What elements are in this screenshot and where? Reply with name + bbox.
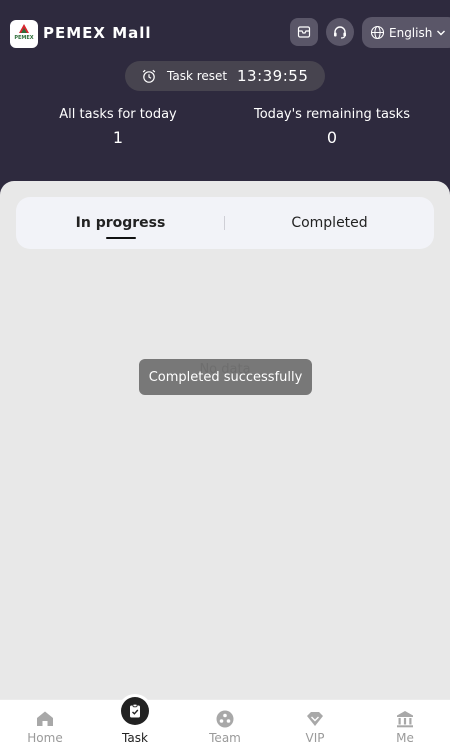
nav-item-vip[interactable]: VIP bbox=[270, 700, 360, 754]
alarm-clock-icon bbox=[142, 69, 156, 83]
tab-completed[interactable]: Completed bbox=[225, 197, 434, 249]
me-icon bbox=[397, 711, 413, 728]
nav-item-team[interactable]: Team bbox=[180, 700, 270, 754]
task-icon bbox=[130, 703, 140, 718]
nav-label-vip: VIP bbox=[305, 731, 325, 745]
stat-remaining-label: Today's remaining tasks bbox=[254, 107, 410, 122]
headset-icon bbox=[334, 26, 346, 39]
task-reset-countdown: 13:39:55 bbox=[237, 67, 309, 85]
home-icon bbox=[37, 711, 53, 726]
app-title: PEMEX Mall bbox=[43, 24, 152, 42]
task-reset-pill: Task reset 13:39:55 bbox=[125, 61, 325, 91]
stat-all-tasks-value: 1 bbox=[112, 128, 124, 147]
chevron-down-icon bbox=[437, 30, 446, 35]
header: PEMEX PEMEX Mall English Task reset 13:3… bbox=[0, 0, 450, 200]
mail-icon bbox=[297, 26, 311, 38]
task-tabs: In progress Completed bbox=[16, 197, 434, 249]
stat-all-tasks-label: All tasks for today bbox=[59, 107, 177, 122]
messages-button[interactable] bbox=[290, 18, 318, 46]
nav-item-me[interactable]: Me bbox=[360, 700, 450, 754]
task-icon-bubble bbox=[118, 694, 152, 728]
bottom-nav: Home Task Team VIP Me bbox=[0, 694, 450, 754]
active-tab-indicator bbox=[106, 237, 136, 239]
stat-all-tasks: All tasks for today 1 bbox=[18, 107, 218, 148]
language-selector[interactable]: English bbox=[362, 17, 450, 48]
task-content-panel: In progress Completed No data bbox=[0, 181, 450, 699]
stat-remaining-value: 0 bbox=[326, 128, 338, 147]
nav-label-me: Me bbox=[396, 731, 414, 745]
app-logo: PEMEX bbox=[10, 20, 38, 48]
nav-item-home[interactable]: Home bbox=[0, 700, 90, 754]
support-button[interactable] bbox=[326, 18, 354, 46]
stat-remaining-tasks: Today's remaining tasks 0 bbox=[232, 107, 432, 148]
nav-label-team: Team bbox=[209, 731, 241, 745]
nav-item-task[interactable]: Task bbox=[90, 694, 180, 754]
logo-text: PEMEX bbox=[14, 35, 34, 41]
language-label: English bbox=[389, 25, 433, 40]
tab-in-progress[interactable]: In progress bbox=[16, 197, 225, 249]
toast-message: Completed successfully bbox=[139, 359, 312, 395]
team-icon bbox=[216, 710, 234, 728]
task-reset-label: Task reset bbox=[167, 69, 228, 83]
nav-label-task: Task bbox=[122, 731, 148, 745]
nav-label-home: Home bbox=[27, 731, 63, 745]
globe-icon bbox=[370, 25, 385, 40]
vip-icon bbox=[307, 712, 323, 726]
